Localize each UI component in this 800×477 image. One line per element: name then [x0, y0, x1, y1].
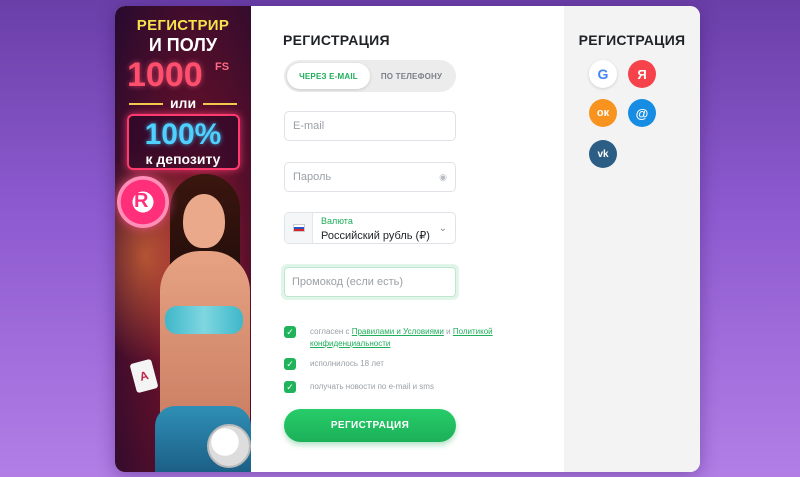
show-password-icon[interactable]: ◉ — [439, 172, 447, 183]
register-button[interactable]: РЕГИСТРАЦИЯ — [284, 409, 456, 442]
password-field[interactable] — [293, 171, 447, 183]
promo-freespins-amount: 1000 — [127, 56, 203, 94]
newsletter-text: получать новости по e-mail и sms — [310, 382, 434, 391]
privacy-link[interactable]: Политикой — [453, 327, 493, 336]
registration-modal: РЕГИСТРИР И ПОЛУ 1000 FS или 100% к депо… — [115, 6, 700, 472]
tab-email[interactable]: ЧЕРЕЗ E-MAIL — [287, 63, 370, 89]
newsletter-checkbox[interactable]: ✓ — [284, 381, 296, 393]
currency-select[interactable]: Валюта Российский рубль (₽) ⌄ — [284, 212, 456, 244]
vk-icon: vk — [597, 148, 609, 160]
google-icon: G — [597, 66, 609, 82]
promo-code-inner — [284, 267, 456, 297]
promo-percent: 100% — [144, 118, 222, 151]
soccer-ball-icon — [207, 424, 251, 468]
tab-phone[interactable]: ПО ТЕЛЕФОНУ — [370, 63, 453, 89]
promo-headline-2: И ПОЛУ — [148, 35, 218, 55]
mail-ru-icon: @ — [635, 105, 649, 121]
age-confirm-row: ✓ исполнилось 18 лет — [284, 358, 384, 370]
promo-fs-label: FS — [215, 61, 230, 73]
agree-and: и — [446, 327, 451, 336]
password-field-wrapper: ◉ — [284, 162, 456, 192]
age-confirm-checkbox[interactable]: ✓ — [284, 358, 296, 370]
model-face — [183, 194, 225, 248]
promo-banner: РЕГИСТРИР И ПОЛУ 1000 FS или 100% к депо… — [115, 6, 251, 472]
email-field-wrapper — [284, 111, 456, 141]
odnoklassniki-button[interactable]: ок — [589, 99, 617, 127]
promo-deposit: к депозиту — [145, 151, 221, 167]
russia-flag-icon — [293, 224, 305, 232]
flag-box — [285, 213, 313, 243]
registration-form: РЕГИСТРАЦИЯ ЧЕРЕЗ E-MAIL ПО ТЕЛЕФОНУ ◉ В… — [251, 6, 564, 472]
promo-headline-1: РЕГИСТРИР — [136, 17, 230, 34]
yandex-button[interactable]: Я — [628, 60, 656, 88]
agree-prefix: согласен с — [310, 327, 350, 336]
newsletter-row: ✓ получать новости по e-mail и sms — [284, 381, 434, 393]
vk-button[interactable]: vk — [589, 140, 617, 168]
chevron-down-icon: ⌄ — [438, 223, 447, 234]
currency-value: Российский рубль (₽) — [321, 230, 430, 242]
chip-logo-icon: R — [134, 190, 149, 212]
terms-link[interactable]: Правилами и Условиями — [352, 327, 444, 336]
email-field[interactable] — [293, 120, 447, 132]
promo-code-input[interactable] — [292, 276, 448, 288]
divider-right — [203, 103, 237, 105]
agree-terms-text: согласен с Правилами и Условиями и Полит… — [310, 326, 493, 350]
currency-label: Валюта — [321, 216, 353, 226]
mail-ru-button[interactable]: @ — [628, 99, 656, 127]
odnoklassniki-icon: ок — [596, 107, 610, 119]
age-confirm-text: исполнилось 18 лет — [310, 359, 384, 368]
google-button[interactable]: G — [589, 60, 617, 88]
promo-code-field-wrapper — [281, 264, 459, 300]
registration-method-tabs: ЧЕРЕЗ E-MAIL ПО ТЕЛЕФОНУ — [284, 60, 456, 92]
social-title: РЕГИСТРАЦИЯ — [578, 32, 686, 48]
social-registration: РЕГИСТРАЦИЯ G Я ок @ vk — [564, 6, 700, 472]
agree-terms-checkbox[interactable]: ✓ — [284, 326, 296, 338]
model-top — [165, 306, 243, 334]
yandex-icon: Я — [637, 66, 647, 82]
agree-terms-row: ✓ согласен с Правилами и Условиями и Пол… — [284, 326, 524, 350]
form-title: РЕГИСТРАЦИЯ — [283, 32, 390, 48]
privacy-link-cont[interactable]: конфиденциальности — [310, 339, 390, 348]
